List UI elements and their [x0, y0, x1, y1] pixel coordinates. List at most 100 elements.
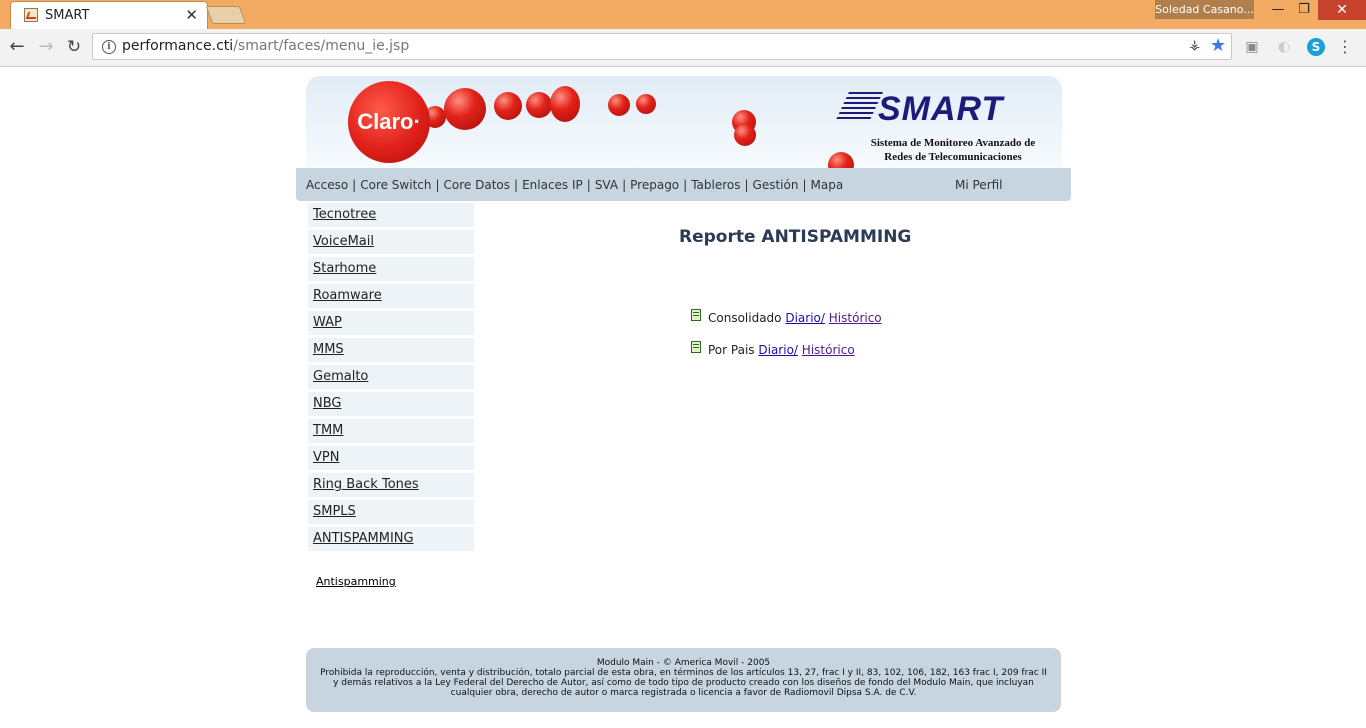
info-icon[interactable]: i: [102, 40, 116, 54]
link-por-pais-diario[interactable]: Diario/: [758, 343, 798, 357]
url-path: /smart/faces/menu_ie.jsp: [233, 38, 410, 54]
sidebar-link-ring-back-tones[interactable]: Ring Back Tones: [313, 477, 419, 492]
menu-item-mi-perfil[interactable]: Mi Perfil: [955, 178, 1003, 192]
url-host: performance.cti: [122, 38, 234, 54]
tab-title: SMART: [45, 8, 90, 23]
sidebar-link-roamware[interactable]: Roamware: [313, 288, 382, 303]
bubble-decoration: [444, 88, 486, 130]
menu-separator: |: [352, 178, 357, 192]
sidebar-sublink-antispamming[interactable]: Antispamming: [316, 575, 396, 588]
report-row-por-pais: Por Pais Diario/ Histórico: [691, 341, 855, 357]
top-menu: Acceso | Core Switch | Core Datos | Enlaces IP…: [296, 168, 1071, 201]
sidebar-item-mms: MMS: [308, 338, 474, 362]
sidebar-link-nbg[interactable]: NBG: [313, 396, 342, 411]
menu-item-core-switch[interactable]: Core Switch: [360, 178, 431, 192]
smart-logo-text: SMART: [878, 90, 1004, 128]
forward-arrow-icon[interactable]: →: [35, 36, 57, 58]
skype-icon[interactable]: S: [1307, 38, 1325, 56]
minimize-icon[interactable]: —: [1264, 0, 1292, 20]
report-label: Por Pais: [708, 343, 755, 357]
menu-items: Acceso | Core Switch | Core Datos | Enlaces IP…: [306, 178, 843, 192]
smart-subtitle-line2: Redes de Telecomunicaciones: [884, 151, 1022, 163]
reload-icon[interactable]: ↻: [63, 36, 85, 58]
sidebar-item-smpls: SMPLS: [308, 500, 474, 524]
window-close-icon[interactable]: ✕: [1318, 0, 1366, 20]
sidebar-item-tecnotree: Tecnotree: [308, 203, 474, 227]
menu-separator: |: [802, 178, 807, 192]
menu-dots-icon[interactable]: ⋮: [1336, 38, 1354, 56]
sidebar-item-gemalto: Gemalto: [308, 365, 474, 389]
page-title: Reporte ANTISPAMMING: [679, 227, 912, 247]
sidebar-item-wap: WAP: [308, 311, 474, 335]
menu-separator: |: [586, 178, 591, 192]
sidebar-item-roamware: Roamware: [308, 284, 474, 308]
bubble-decoration: [608, 94, 630, 116]
back-arrow-icon[interactable]: ←: [6, 36, 28, 58]
link-consolidado-historico[interactable]: Histórico: [829, 311, 882, 325]
sidebar-link-tecnotree[interactable]: Tecnotree: [313, 207, 376, 222]
new-tab-button[interactable]: [205, 6, 247, 24]
key-icon[interactable]: ⚶: [1189, 38, 1200, 53]
menu-item-core-datos[interactable]: Core Datos: [444, 178, 510, 192]
menu-item-sva[interactable]: SVA: [595, 178, 618, 192]
report-row-consolidado: Consolidado Diario/ Histórico: [691, 309, 882, 325]
bubble-decoration: [550, 86, 580, 122]
sidebar-link-tmm[interactable]: TMM: [313, 423, 343, 438]
report-label: Consolidado: [708, 311, 782, 325]
menu-separator: |: [514, 178, 519, 192]
extension-icon[interactable]: ◐: [1275, 38, 1293, 56]
menu-item-mapa[interactable]: Mapa: [811, 178, 844, 192]
link-consolidado-diario[interactable]: Diario/: [785, 311, 825, 325]
smart-logo: SMART: [835, 90, 1004, 129]
smart-logo-mark-icon: [835, 92, 883, 122]
menu-separator: |: [744, 178, 749, 192]
sidebar-item-tmm: TMM: [308, 419, 474, 443]
sidebar-link-voicemail[interactable]: VoiceMail: [313, 234, 374, 249]
url-text[interactable]: performance.cti/smart/faces/menu_ie.jsp: [122, 38, 409, 54]
claro-logo: Claro·: [348, 81, 430, 163]
bubble-decoration: [636, 94, 656, 114]
tab-close-icon[interactable]: ✕: [185, 6, 198, 24]
sidebar-item-vpn: VPN: [308, 446, 474, 470]
smart-subtitle: Sistema de Monitoreo Avanzado de Redes d…: [858, 136, 1048, 164]
menu-item-gestion[interactable]: Gestión: [753, 178, 799, 192]
menu-item-acceso[interactable]: Acceso: [306, 178, 348, 192]
link-por-pais-historico[interactable]: Histórico: [802, 343, 855, 357]
browser-titlebar: SMART ✕ Soledad Casano... — ❐ ✕: [0, 0, 1366, 30]
favicon-icon: [24, 8, 38, 22]
bubble-decoration: [494, 92, 522, 120]
browser-tab[interactable]: SMART ✕: [10, 1, 208, 30]
menu-item-tableros[interactable]: Tableros: [691, 178, 740, 192]
sidebar-item-voicemail: VoiceMail: [308, 230, 474, 254]
sidebar-link-starhome[interactable]: Starhome: [313, 261, 376, 276]
maximize-icon[interactable]: ❐: [1290, 0, 1318, 20]
footer: Modulo Main - © America Movil - 2005 Pro…: [306, 648, 1061, 712]
footer-legal-text: Prohibida la reproducción, venta y distr…: [320, 668, 1047, 698]
menu-item-prepago[interactable]: Prepago: [630, 178, 679, 192]
footer-copyright: Modulo Main - © America Movil - 2005: [596, 658, 771, 668]
sidebar-link-wap[interactable]: WAP: [313, 315, 342, 330]
document-icon: [691, 341, 701, 353]
header-banner: Claro· SMART Sistema de Monitoreo Avanza…: [306, 76, 1062, 168]
menu-item-enlaces-ip[interactable]: Enlaces IP: [522, 178, 583, 192]
browser-toolbar: ← → ↻ i performance.cti/smart/faces/menu…: [0, 29, 1366, 67]
sidebar-link-gemalto[interactable]: Gemalto: [313, 369, 368, 384]
profile-button[interactable]: Soledad Casano...: [1155, 0, 1254, 19]
sidebar-item-ring-back-tones: Ring Back Tones: [308, 473, 474, 497]
sidebar-item-nbg: NBG: [308, 392, 474, 416]
sidebar-link-vpn[interactable]: VPN: [313, 450, 339, 465]
menu-separator: |: [683, 178, 688, 192]
sidebar-link-smpls[interactable]: SMPLS: [313, 504, 356, 519]
bubble-decoration: [828, 152, 854, 168]
sidebar-link-antispamming[interactable]: ANTISPAMMING: [313, 531, 414, 546]
document-icon: [691, 309, 701, 321]
bubble-decoration: [734, 124, 756, 146]
address-bar[interactable]: i performance.cti/smart/faces/menu_ie.js…: [92, 33, 1232, 60]
sidebar-item-starhome: Starhome: [308, 257, 474, 281]
smart-subtitle-line1: Sistema de Monitoreo Avanzado de: [870, 137, 1036, 149]
menu-separator: |: [435, 178, 440, 192]
menu-separator: |: [622, 178, 627, 192]
camera-icon[interactable]: ▣: [1243, 38, 1261, 56]
sidebar-link-mms[interactable]: MMS: [313, 342, 344, 357]
bookmark-star-icon[interactable]: ★: [1210, 35, 1226, 56]
